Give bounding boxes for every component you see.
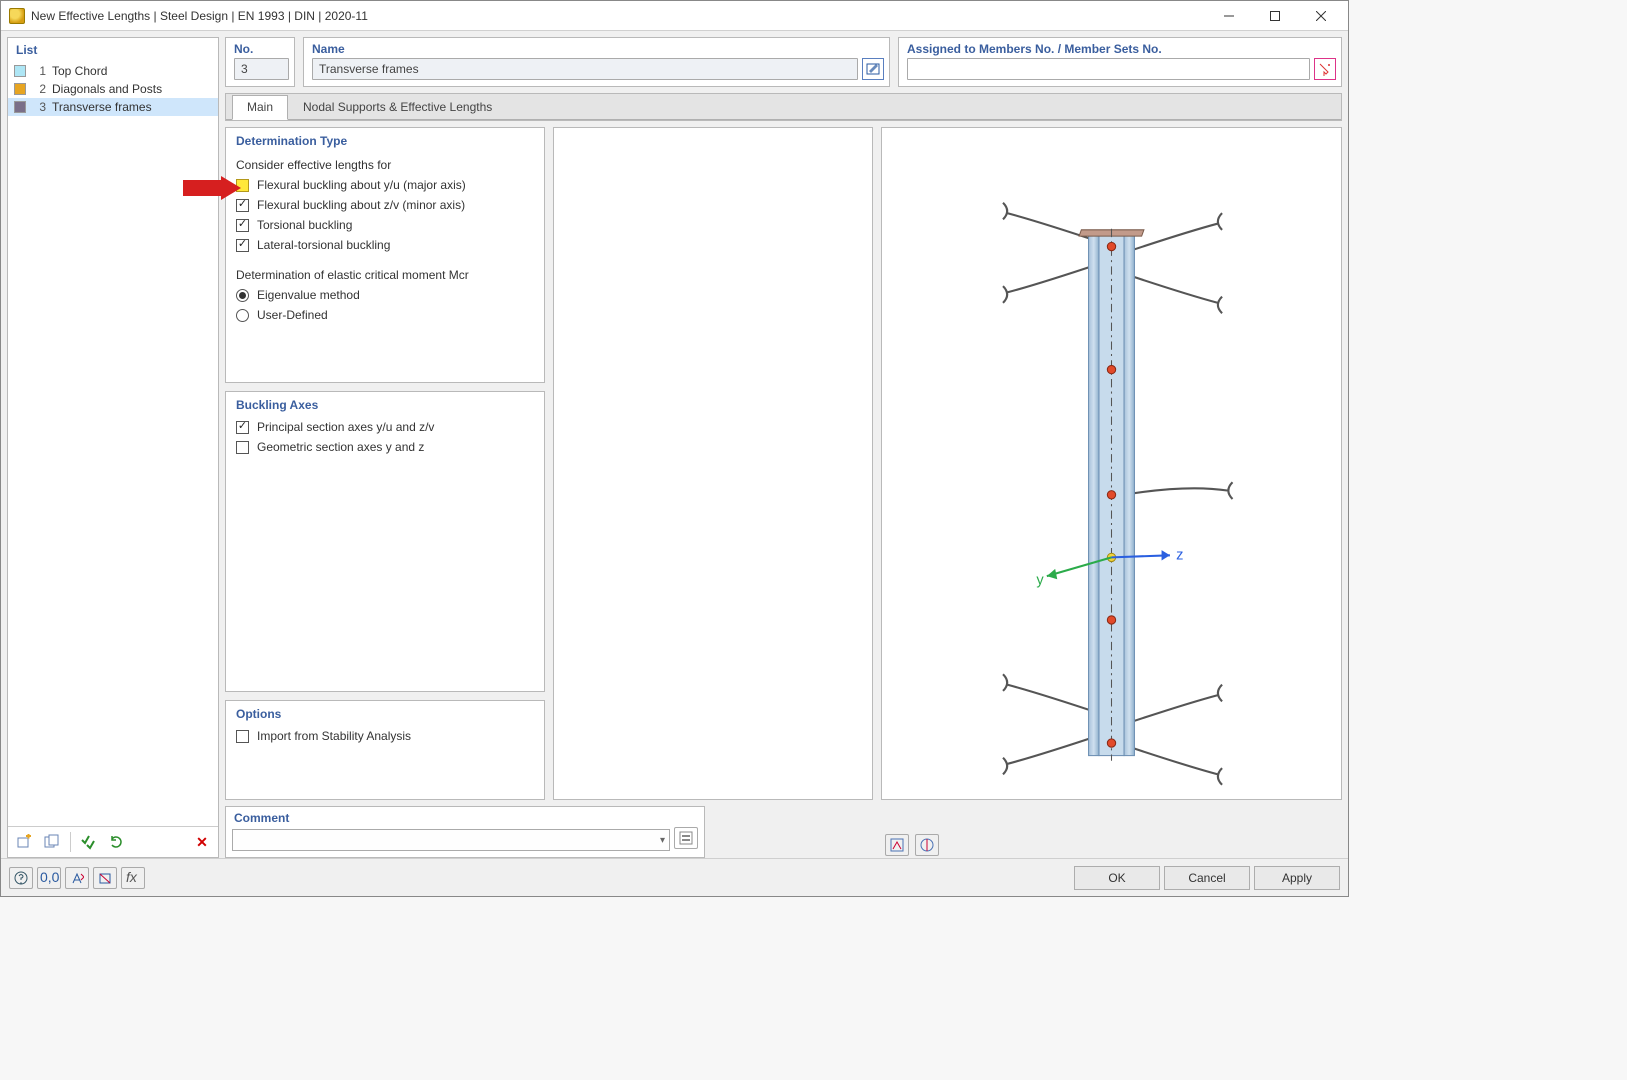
check-label: Torsional buckling bbox=[257, 218, 352, 232]
check-torsional[interactable]: Torsional buckling bbox=[236, 218, 534, 232]
cancel-button[interactable]: Cancel bbox=[1164, 866, 1250, 890]
window-title: New Effective Lengths | Steel Design | E… bbox=[31, 9, 1206, 23]
edit-name-button[interactable] bbox=[862, 58, 884, 80]
radio-icon[interactable] bbox=[236, 289, 249, 302]
svg-text:0,00: 0,00 bbox=[40, 871, 59, 885]
check-label: Flexural buckling about y/u (major axis) bbox=[257, 178, 466, 192]
name-value[interactable]: Transverse frames bbox=[312, 58, 858, 80]
empty-middle-panel bbox=[553, 127, 873, 800]
preview-viewport[interactable]: y z bbox=[881, 127, 1342, 800]
options-panel: Options Import from Stability Analysis bbox=[225, 700, 545, 800]
comment-panel: Comment ▾ bbox=[225, 806, 705, 858]
no-label: No. bbox=[226, 38, 294, 58]
name-label: Name bbox=[304, 38, 889, 58]
determination-type-panel: Determination Type Consider effective le… bbox=[225, 127, 545, 383]
check-import-stability[interactable]: Import from Stability Analysis bbox=[236, 729, 534, 743]
preview-mode-2-button[interactable] bbox=[915, 834, 939, 856]
help-button[interactable] bbox=[9, 867, 33, 889]
check-all-button[interactable] bbox=[77, 831, 101, 853]
consider-subhead: Consider effective lengths for bbox=[236, 158, 534, 172]
list-item-label: Top Chord bbox=[52, 64, 107, 78]
refresh-button[interactable] bbox=[105, 831, 129, 853]
check-label: Lateral-torsional buckling bbox=[257, 238, 390, 252]
radio-icon[interactable] bbox=[236, 309, 249, 322]
minimize-button[interactable] bbox=[1206, 1, 1252, 30]
swatch-icon bbox=[14, 101, 26, 113]
radio-label: User-Defined bbox=[257, 308, 328, 322]
list-header: List bbox=[8, 38, 218, 62]
copy-item-button[interactable] bbox=[40, 831, 64, 853]
list-item-label: Transverse frames bbox=[52, 100, 152, 114]
svg-text:fx: fx bbox=[126, 871, 138, 885]
delete-button[interactable]: ✕ bbox=[190, 831, 214, 853]
callout-arrow-icon bbox=[183, 176, 243, 202]
check-label: Geometric section axes y and z bbox=[257, 440, 424, 454]
check-flexural-minor[interactable]: Flexural buckling about z/v (minor axis) bbox=[236, 198, 534, 212]
tab-main[interactable]: Main bbox=[232, 95, 288, 120]
radio-eigenvalue[interactable]: Eigenvalue method bbox=[236, 288, 534, 302]
list-item[interactable]: 2 Diagonals and Posts bbox=[8, 80, 218, 98]
name-field-group: Name Transverse frames bbox=[303, 37, 890, 87]
axis-y-label: y bbox=[1036, 573, 1044, 589]
checkbox-icon[interactable] bbox=[236, 421, 249, 434]
list-item-number: 3 bbox=[32, 100, 46, 114]
check-lateral-torsional[interactable]: Lateral-torsional buckling bbox=[236, 238, 534, 252]
options-title: Options bbox=[226, 701, 544, 725]
app-icon bbox=[9, 8, 25, 24]
list-item-number: 2 bbox=[32, 82, 46, 96]
check-label: Flexural buckling about z/v (minor axis) bbox=[257, 198, 465, 212]
tool-b-button[interactable] bbox=[93, 867, 117, 889]
assigned-field-group: Assigned to Members No. / Member Sets No… bbox=[898, 37, 1342, 87]
comment-pick-button[interactable] bbox=[674, 827, 698, 849]
units-button[interactable]: 0,00 bbox=[37, 867, 61, 889]
assigned-label: Assigned to Members No. / Member Sets No… bbox=[899, 38, 1341, 58]
list-pane: List 1 Top Chord 2 Diagonals and Posts bbox=[7, 37, 219, 858]
checkbox-icon[interactable] bbox=[236, 219, 249, 232]
checkbox-icon[interactable] bbox=[236, 441, 249, 454]
check-principal-axes[interactable]: Principal section axes y/u and z/v bbox=[236, 420, 534, 434]
tool-a-button[interactable] bbox=[65, 867, 89, 889]
list-toolbar: ✕ bbox=[8, 826, 218, 857]
determination-title: Determination Type bbox=[226, 128, 544, 152]
function-button[interactable]: fx bbox=[121, 867, 145, 889]
new-item-button[interactable] bbox=[12, 831, 36, 853]
list-item[interactable]: 3 Transverse frames bbox=[8, 98, 218, 116]
comment-label: Comment bbox=[232, 807, 698, 827]
checkbox-icon[interactable] bbox=[236, 730, 249, 743]
close-button[interactable] bbox=[1298, 1, 1344, 30]
check-geometric-axes[interactable]: Geometric section axes y and z bbox=[236, 440, 534, 454]
no-field-group: No. 3 bbox=[225, 37, 295, 87]
comment-combo[interactable]: ▾ bbox=[232, 829, 670, 851]
ok-button[interactable]: OK bbox=[1074, 866, 1160, 890]
list-item-number: 1 bbox=[32, 64, 46, 78]
list-item-label: Diagonals and Posts bbox=[52, 82, 162, 96]
buckling-axes-title: Buckling Axes bbox=[226, 392, 544, 416]
maximize-button[interactable] bbox=[1252, 1, 1298, 30]
tab-strip: Main Nodal Supports & Effective Lengths bbox=[225, 93, 1342, 121]
list-item[interactable]: 1 Top Chord bbox=[8, 62, 218, 80]
pick-members-button[interactable] bbox=[1314, 58, 1336, 80]
swatch-icon bbox=[14, 83, 26, 95]
checkbox-icon[interactable] bbox=[236, 239, 249, 252]
radio-label: Eigenvalue method bbox=[257, 288, 360, 302]
swatch-icon bbox=[14, 65, 26, 77]
buckling-axes-panel: Buckling Axes Principal section axes y/u… bbox=[225, 391, 545, 692]
structure-preview-svg: y z bbox=[882, 128, 1341, 799]
preview-mode-1-button[interactable] bbox=[885, 834, 909, 856]
assigned-value[interactable] bbox=[907, 58, 1310, 80]
mcr-subhead: Determination of elastic critical moment… bbox=[236, 268, 534, 282]
check-flexural-major[interactable]: Flexural buckling about y/u (major axis) bbox=[236, 178, 534, 192]
footer-toolbar: 0,00 fx OK Cancel Apply bbox=[1, 858, 1348, 896]
check-label: Principal section axes y/u and z/v bbox=[257, 420, 434, 434]
chevron-down-icon: ▾ bbox=[660, 835, 665, 846]
no-value[interactable]: 3 bbox=[234, 58, 289, 80]
radio-user-defined[interactable]: User-Defined bbox=[236, 308, 534, 322]
axis-z-label: z bbox=[1176, 547, 1183, 563]
check-label: Import from Stability Analysis bbox=[257, 729, 411, 743]
titlebar: New Effective Lengths | Steel Design | E… bbox=[1, 1, 1348, 31]
tab-nodal-supports[interactable]: Nodal Supports & Effective Lengths bbox=[288, 95, 507, 120]
apply-button[interactable]: Apply bbox=[1254, 866, 1340, 890]
